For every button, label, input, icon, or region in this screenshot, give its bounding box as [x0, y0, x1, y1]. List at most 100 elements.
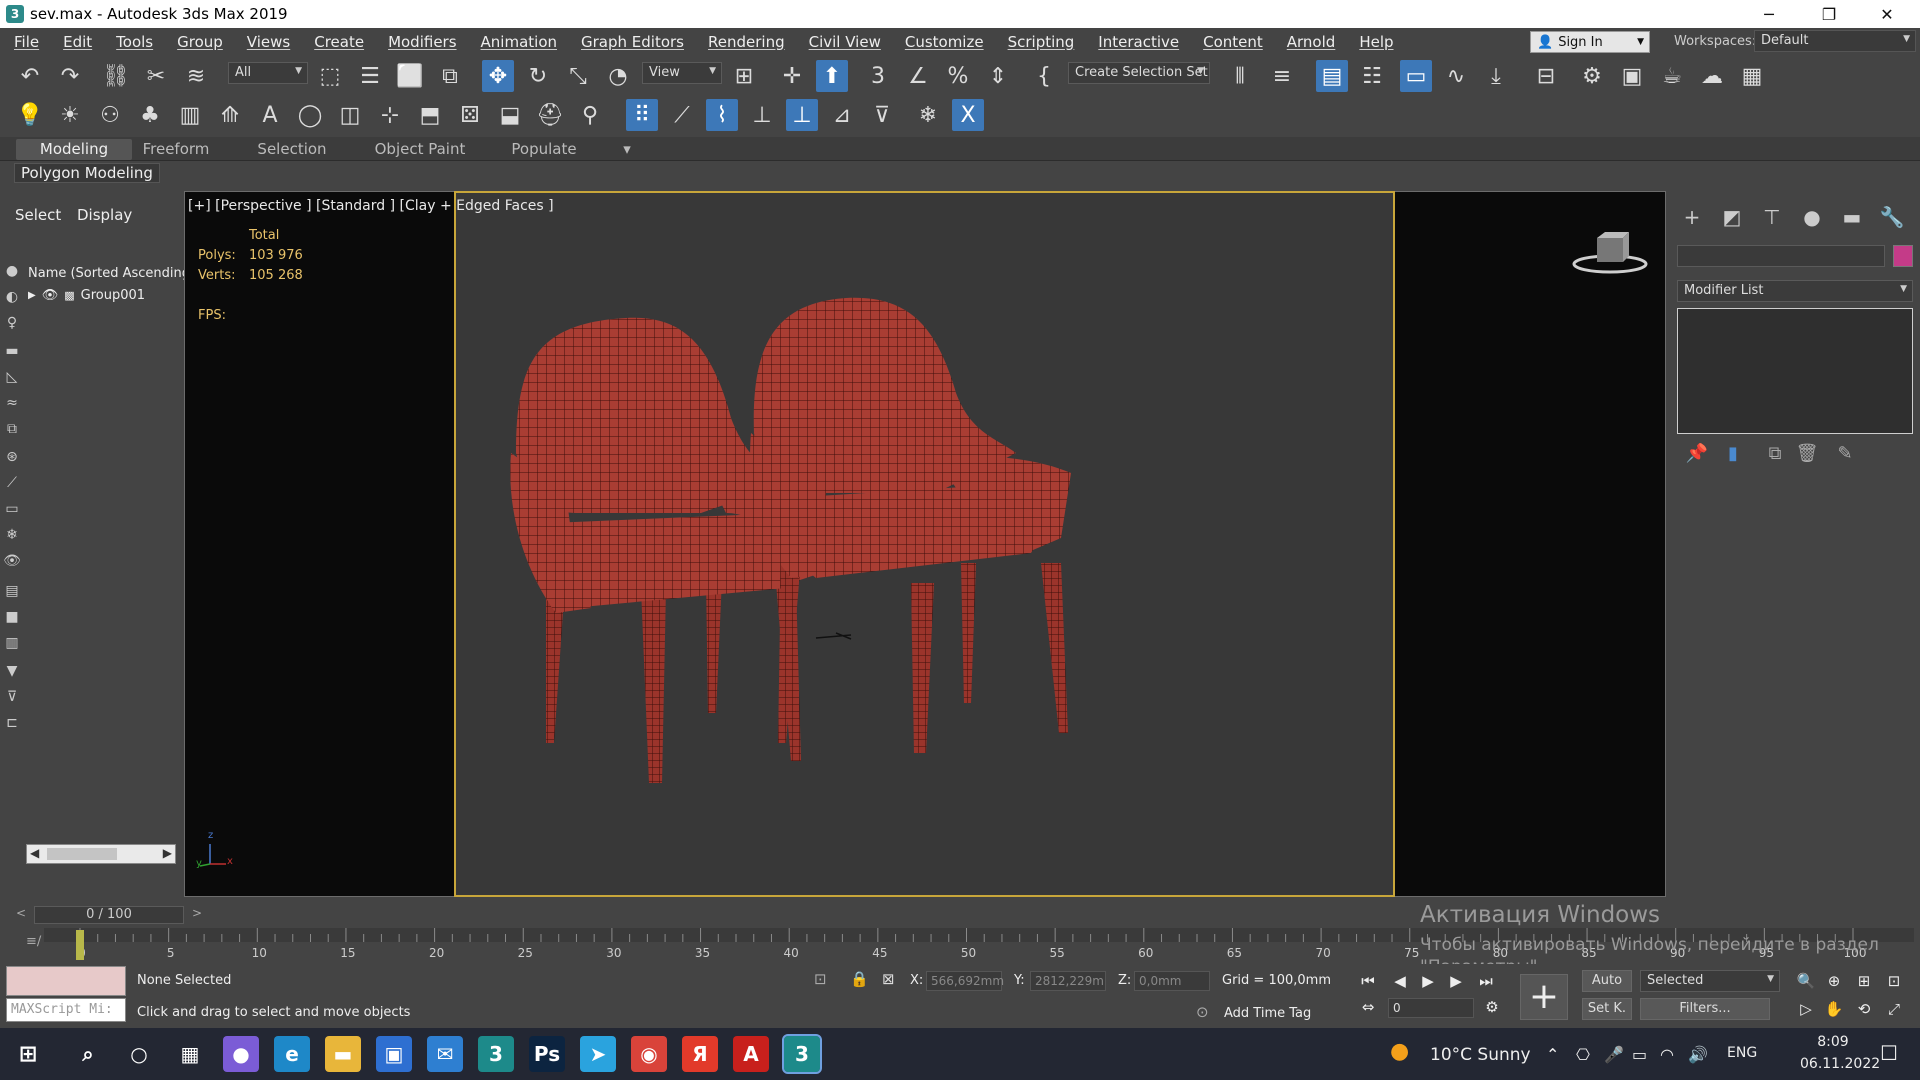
- menu-civil-view[interactable]: Civil View: [797, 33, 893, 51]
- tab-populate[interactable]: Populate: [504, 139, 584, 160]
- funnel-icon[interactable]: ⊽: [3, 688, 21, 706]
- ribbon-options-icon[interactable]: ▾: [612, 139, 642, 160]
- expand-arrow-icon[interactable]: ▶: [28, 290, 36, 301]
- bind-space-warp-icon[interactable]: ≋: [180, 60, 212, 92]
- telegram-icon[interactable]: ➤: [580, 1036, 616, 1072]
- selection-filter-dropdown[interactable]: All: [228, 62, 308, 84]
- object-color-swatch[interactable]: [1893, 245, 1913, 267]
- yandex-icon[interactable]: Я: [682, 1036, 718, 1072]
- notifications-icon[interactable]: ☐: [1880, 1041, 1898, 1065]
- render-production-icon[interactable]: ☕: [1656, 60, 1688, 92]
- camera-view-icon[interactable]: ⬒: [414, 99, 446, 131]
- scene-explorer-scrollbar[interactable]: ◀ ▶: [26, 844, 176, 864]
- mirror-icon[interactable]: ⫴: [1224, 60, 1256, 92]
- display-containers-icon[interactable]: ▭: [3, 500, 21, 518]
- scene-tab-display[interactable]: Display: [77, 206, 132, 224]
- menu-file[interactable]: File: [0, 33, 51, 51]
- display-groups-icon[interactable]: ⧉: [3, 420, 21, 438]
- chrome-icon[interactable]: ◉: [631, 1036, 667, 1072]
- 3dsmax-b-icon[interactable]: 3: [782, 1034, 822, 1074]
- menu-customize[interactable]: Customize: [893, 33, 996, 51]
- remove-modifier-icon[interactable]: 🗑: [1794, 443, 1820, 469]
- meet-now-icon[interactable]: ⎔: [1576, 1045, 1590, 1064]
- z-coord-field[interactable]: 0,0mm: [1134, 971, 1210, 991]
- motion-panel-icon[interactable]: ●: [1798, 205, 1826, 233]
- edit-named-selection-icon[interactable]: {: [1028, 60, 1060, 92]
- scroll-thumb[interactable]: [47, 848, 117, 860]
- clock-time[interactable]: 8:09: [1800, 1034, 1866, 1050]
- pin-stack-icon[interactable]: 📌: [1684, 443, 1710, 469]
- key-filters-button[interactable]: Filters...: [1640, 998, 1770, 1020]
- scroll-right-icon[interactable]: ▶: [163, 846, 172, 860]
- key-mode-icon[interactable]: ⇔: [1356, 996, 1380, 1018]
- reference-coordinate-dropdown[interactable]: View: [642, 62, 722, 84]
- search-icon[interactable]: ⌕: [70, 1036, 106, 1072]
- menu-animation[interactable]: Animation: [469, 33, 569, 51]
- torus-icon[interactable]: ◯: [294, 99, 326, 131]
- rect-selection-icon[interactable]: ⬜: [394, 60, 426, 92]
- selection-lock-icon[interactable]: 🔒: [850, 970, 869, 988]
- display-spacewarps-icon[interactable]: ≈: [3, 394, 21, 412]
- go-to-end-icon[interactable]: ⏭: [1474, 970, 1498, 992]
- align-icon[interactable]: ≡: [1266, 60, 1298, 92]
- link-icon[interactable]: ⛓: [100, 60, 132, 92]
- scene-tab-select[interactable]: Select: [15, 206, 61, 224]
- menu-help[interactable]: Help: [1347, 33, 1405, 51]
- select-by-name-icon[interactable]: ☰: [354, 60, 386, 92]
- menu-scripting[interactable]: Scripting: [996, 33, 1087, 51]
- display-cameras-icon[interactable]: ▬: [3, 342, 21, 360]
- workspace-dropdown[interactable]: Default: [1754, 30, 1916, 52]
- objects-icon[interactable]: ⚇: [94, 99, 126, 131]
- a360-gallery-icon[interactable]: ▦: [1736, 60, 1768, 92]
- lamp-icon[interactable]: ⚲: [574, 99, 606, 131]
- frame-icon[interactable]: ⬓: [494, 99, 526, 131]
- eye-icon[interactable]: 👁: [42, 288, 59, 303]
- vertex-snap-icon[interactable]: ⊥: [786, 99, 818, 131]
- set-key-icon[interactable]: +: [1520, 974, 1568, 1020]
- snaps-toggle-icon[interactable]: 3: [862, 60, 894, 92]
- sun-icon[interactable]: ☀: [54, 99, 86, 131]
- menu-arnold[interactable]: Arnold: [1275, 33, 1348, 51]
- configure-modifier-sets-icon[interactable]: ✎: [1832, 443, 1858, 469]
- edge-icon[interactable]: e: [274, 1036, 310, 1072]
- unlink-icon[interactable]: ✂: [140, 60, 172, 92]
- menu-graph-editors[interactable]: Graph Editors: [569, 33, 696, 51]
- menu-views[interactable]: Views: [235, 33, 302, 51]
- modifier-list-dropdown[interactable]: Modifier List: [1677, 280, 1913, 302]
- tree-icon[interactable]: ♣: [134, 99, 166, 131]
- curve-editor-icon[interactable]: ∿: [1440, 60, 1472, 92]
- absolute-mode-icon[interactable]: ⊠: [882, 970, 895, 988]
- key-filter-selection-dropdown[interactable]: Selected: [1640, 970, 1780, 992]
- render-in-cloud-icon[interactable]: ☁: [1696, 60, 1728, 92]
- zoom-extents-all-icon[interactable]: ⊡: [1882, 970, 1906, 992]
- display-geometry-icon[interactable]: ●: [3, 262, 21, 280]
- add-time-tag[interactable]: Add Time Tag: [1224, 1006, 1311, 1021]
- edge-snap-icon[interactable]: ⊥: [746, 99, 778, 131]
- move-icon[interactable]: ✥: [482, 60, 514, 92]
- menu-tools[interactable]: Tools: [104, 33, 165, 51]
- select-object-icon[interactable]: ⬚: [314, 60, 346, 92]
- go-to-start-icon[interactable]: ⏮: [1356, 970, 1380, 992]
- named-selection-set-dropdown[interactable]: Create Selection Set: [1068, 62, 1210, 84]
- maxscript-mini-listener[interactable]: MAXScript Mi:: [6, 998, 126, 1022]
- place-icon[interactable]: ◔: [602, 60, 634, 92]
- display-shapes-icon[interactable]: ◐: [3, 288, 21, 306]
- x-coord-field[interactable]: 566,692mm: [926, 971, 1004, 991]
- rotate-icon[interactable]: ↻: [522, 60, 554, 92]
- tab-object-paint[interactable]: Object Paint: [370, 139, 470, 160]
- filter-icon[interactable]: ▼: [3, 662, 21, 680]
- time-slider-thumb[interactable]: [76, 930, 84, 960]
- tab-modeling[interactable]: Modeling: [16, 139, 132, 160]
- mail-icon[interactable]: ✉: [427, 1036, 463, 1072]
- align-view-icon[interactable]: ⊹: [374, 99, 406, 131]
- store-icon[interactable]: ▣: [376, 1036, 412, 1072]
- measure-icon[interactable]: ⟋: [666, 99, 698, 131]
- display-xrefs-icon[interactable]: ⊛: [3, 448, 21, 466]
- display-bones-icon[interactable]: ⟋: [3, 474, 21, 492]
- material-editor-icon[interactable]: ⊟: [1530, 60, 1562, 92]
- box-icon[interactable]: ◫: [334, 99, 366, 131]
- y-coord-field[interactable]: 2812,229m: [1030, 971, 1106, 991]
- face-snap-icon[interactable]: ⊿: [826, 99, 858, 131]
- layer-icon[interactable]: ⊏: [3, 714, 21, 732]
- show-end-result-icon[interactable]: ▮: [1720, 443, 1746, 469]
